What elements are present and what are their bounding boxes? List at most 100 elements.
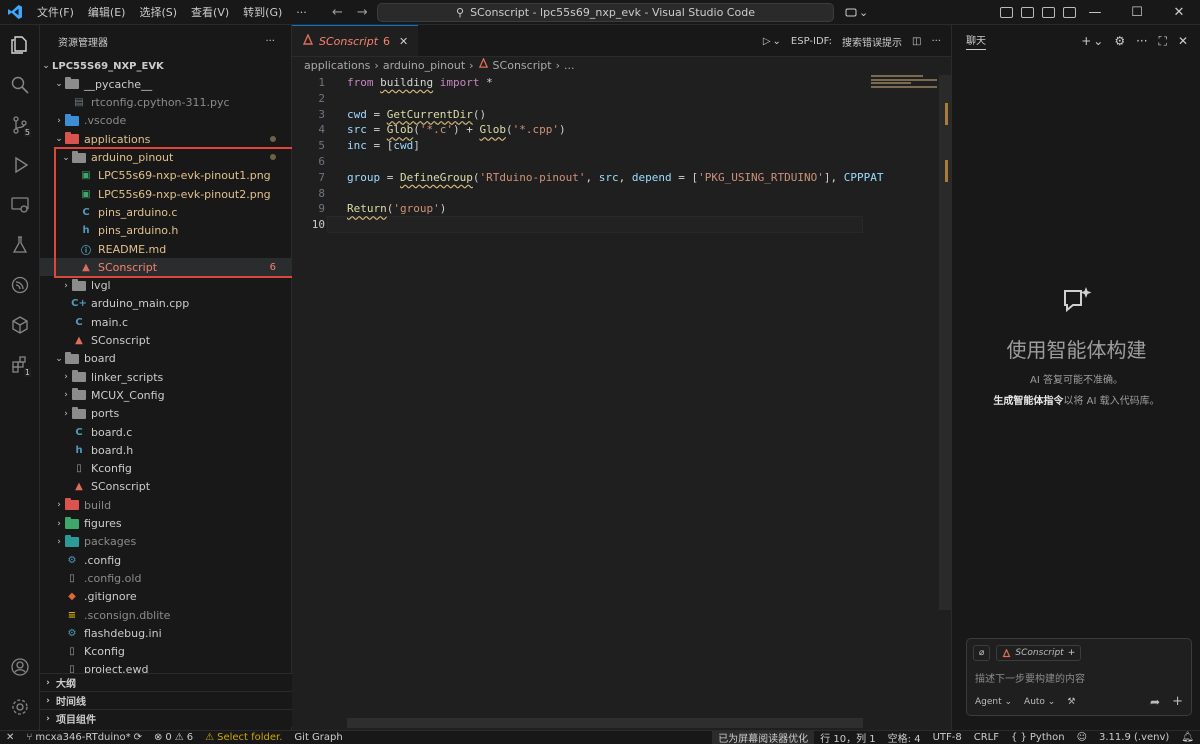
layout-primary-sidebar-icon[interactable] bbox=[1000, 7, 1013, 18]
chevron-right-icon[interactable]: › bbox=[60, 372, 72, 382]
tree-file[interactable]: ⚙ .config bbox=[40, 551, 291, 569]
breadcrumb-item[interactable]: arduino_pinout bbox=[383, 59, 465, 72]
tree-file[interactable]: Cmain.c bbox=[40, 313, 291, 331]
chevron-right-icon[interactable]: › bbox=[60, 409, 72, 419]
outline-section[interactable]: › 大纲 bbox=[40, 673, 292, 691]
maximize-button[interactable]: ☐ bbox=[1116, 0, 1158, 25]
remote-explorer-icon[interactable] bbox=[0, 185, 40, 225]
tree-folder[interactable]: › lvgl bbox=[40, 277, 291, 295]
timeline-section[interactable]: › 时间线 bbox=[40, 691, 292, 709]
tree-file[interactable]: Cboard.c bbox=[40, 423, 291, 441]
chat-settings-gear-icon[interactable]: ⚙ bbox=[1114, 34, 1125, 48]
chevron-right-icon[interactable]: › bbox=[60, 281, 72, 291]
indentation-indicator[interactable]: 空格: 4 bbox=[882, 731, 927, 744]
context-file-chip[interactable]: SConscript + bbox=[996, 645, 1082, 661]
tab-sconscript[interactable]: SConscript 6 ✕ bbox=[292, 25, 419, 56]
breadcrumb-item[interactable]: ... bbox=[564, 59, 575, 72]
menu-item[interactable]: 文件(F) bbox=[30, 0, 81, 25]
python-interpreter[interactable]: 3.11.9 (.venv) bbox=[1093, 731, 1175, 744]
encoding-indicator[interactable]: UTF-8 bbox=[927, 731, 968, 744]
tab-close-icon[interactable]: ✕ bbox=[399, 35, 408, 48]
tree-file[interactable]: ▲ SConscript bbox=[40, 478, 291, 496]
tree-file[interactable]: ⚙ flashdebug.ini bbox=[40, 624, 291, 642]
generate-instructions-link[interactable]: 生成智能体指令 bbox=[993, 396, 1063, 407]
chevron-down-icon[interactable]: ⌄ bbox=[53, 354, 65, 364]
screen-reader-indicator[interactable]: 已为屏幕阅读器优化 bbox=[712, 730, 815, 744]
tree-file[interactable]: ≡ .sconsign.dblite bbox=[40, 606, 291, 624]
menu-item[interactable]: 选择(S) bbox=[132, 0, 184, 25]
chevron-down-icon[interactable]: ⌄ bbox=[40, 61, 52, 71]
project-components-section[interactable]: › 项目组件 bbox=[40, 709, 292, 727]
copilot-menu-button[interactable]: ⌄ bbox=[845, 0, 868, 25]
tree-folder[interactable]: ⌄ __pycache__ bbox=[40, 75, 291, 93]
close-window-button[interactable]: ✕ bbox=[1158, 0, 1200, 25]
settings-gear-icon[interactable] bbox=[0, 687, 40, 727]
problems-indicator[interactable]: ⊗ 0 ⚠ 6 bbox=[148, 731, 199, 744]
notifications-bell-icon[interactable]: 🔔︎ bbox=[1175, 731, 1200, 744]
tree-folder[interactable]: › .vscode bbox=[40, 112, 291, 130]
cube-icon[interactable] bbox=[0, 305, 40, 345]
forward-arrow-icon[interactable]: → bbox=[357, 5, 368, 20]
chevron-right-icon[interactable]: › bbox=[53, 519, 65, 529]
chevron-right-icon[interactable]: › bbox=[53, 537, 65, 547]
menu-item[interactable]: 编辑(E) bbox=[81, 0, 133, 25]
git-graph-button[interactable]: Git Graph bbox=[288, 731, 348, 744]
layout-secondary-sidebar-icon[interactable] bbox=[1042, 7, 1055, 18]
cursor-position[interactable]: 行 10，列 1 bbox=[814, 731, 881, 744]
tree-file[interactable]: C+ arduino_main.cpp bbox=[40, 295, 291, 313]
explorer-more-button[interactable]: ··· bbox=[265, 36, 275, 47]
horizontal-scrollbar[interactable] bbox=[347, 718, 863, 728]
chevron-right-icon[interactable]: › bbox=[53, 500, 65, 510]
back-arrow-icon[interactable]: ← bbox=[332, 5, 343, 20]
run-file-icon[interactable]: ▷ bbox=[763, 36, 771, 47]
tree-file[interactable]: ◆ .gitignore bbox=[40, 588, 291, 606]
chevron-right-icon[interactable]: › bbox=[53, 116, 65, 126]
source-control-icon[interactable]: 5 bbox=[0, 105, 40, 145]
tree-file[interactable]: ▣ LPC55s69-nxp-evk-pinout2.png bbox=[40, 185, 291, 203]
breadcrumb-item[interactable]: applications bbox=[304, 59, 370, 72]
menu-item[interactable]: 查看(V) bbox=[184, 0, 236, 25]
split-editor-icon[interactable]: ◫ bbox=[912, 36, 921, 47]
explorer-icon[interactable] bbox=[0, 25, 40, 65]
command-center-search[interactable]: ⚲ SConscript - lpc55s69_nxp_evk - Visual… bbox=[377, 3, 834, 22]
tree-file[interactable]: ▯ Kconfig bbox=[40, 460, 291, 478]
tree-file[interactable]: h pins_arduino.h bbox=[40, 222, 291, 240]
attach-context-button[interactable]: ⌀ bbox=[973, 645, 991, 661]
agent-mode-picker[interactable]: Agent ⌄ bbox=[975, 697, 1012, 707]
tree-folder[interactable]: › ports bbox=[40, 405, 291, 423]
tree-folder[interactable]: › packages bbox=[40, 533, 291, 551]
extensions-icon[interactable]: 1 bbox=[0, 345, 40, 385]
add-context-icon[interactable]: + bbox=[1068, 648, 1076, 658]
minimize-button[interactable]: — bbox=[1074, 0, 1116, 25]
branch-indicator[interactable]: ⑂ mcxa346-RTduino* ⟳ bbox=[20, 731, 148, 744]
esp-idf-icon[interactable] bbox=[0, 265, 40, 305]
chevron-down-icon[interactable]: ⌄ bbox=[53, 134, 65, 144]
menu-item[interactable]: 转到(G) bbox=[236, 0, 289, 25]
tree-file[interactable]: Cpins_arduino.c bbox=[40, 203, 291, 221]
chevron-down-icon[interactable]: ⌄ bbox=[773, 36, 781, 47]
tree-folder[interactable]: › build bbox=[40, 496, 291, 514]
chevron-down-icon[interactable]: ⌄ bbox=[53, 79, 65, 89]
select-folder-indicator[interactable]: ⚠ Select folder. bbox=[199, 731, 288, 744]
tree-file[interactable]: ▯ .config.old bbox=[40, 569, 291, 587]
tree-file[interactable]: ▣ LPC55s69-nxp-evk-pinout1.png bbox=[40, 167, 291, 185]
testing-flask-icon[interactable] bbox=[0, 225, 40, 265]
menu-item[interactable]: ··· bbox=[289, 0, 314, 25]
tree-file[interactable]: ⓘ README.md bbox=[40, 240, 291, 258]
chat-title[interactable]: 聊天 bbox=[966, 32, 986, 50]
new-chat-icon[interactable]: + bbox=[1081, 34, 1091, 48]
tree-file[interactable]: h board.h bbox=[40, 441, 291, 459]
chat-input[interactable]: 描述下一步要构建的内容 bbox=[975, 670, 1085, 685]
chevron-down-icon[interactable]: ⌄ bbox=[60, 153, 72, 163]
chevron-right-icon[interactable]: › bbox=[60, 390, 72, 400]
tree-folder[interactable]: ⌄ arduino_pinout bbox=[40, 149, 291, 167]
editor-more-button[interactable]: ··· bbox=[931, 36, 941, 47]
esp-idf-label[interactable]: ESP-IDF: bbox=[791, 36, 832, 47]
tree-file[interactable]: ▲ SConscript bbox=[40, 332, 291, 350]
tree-folder[interactable]: › figures bbox=[40, 515, 291, 533]
minimap[interactable] bbox=[871, 75, 939, 115]
vertical-scrollbar[interactable] bbox=[939, 75, 951, 610]
run-debug-icon[interactable] bbox=[0, 145, 40, 185]
layout-panel-icon[interactable] bbox=[1021, 7, 1034, 18]
account-icon[interactable] bbox=[0, 647, 40, 687]
